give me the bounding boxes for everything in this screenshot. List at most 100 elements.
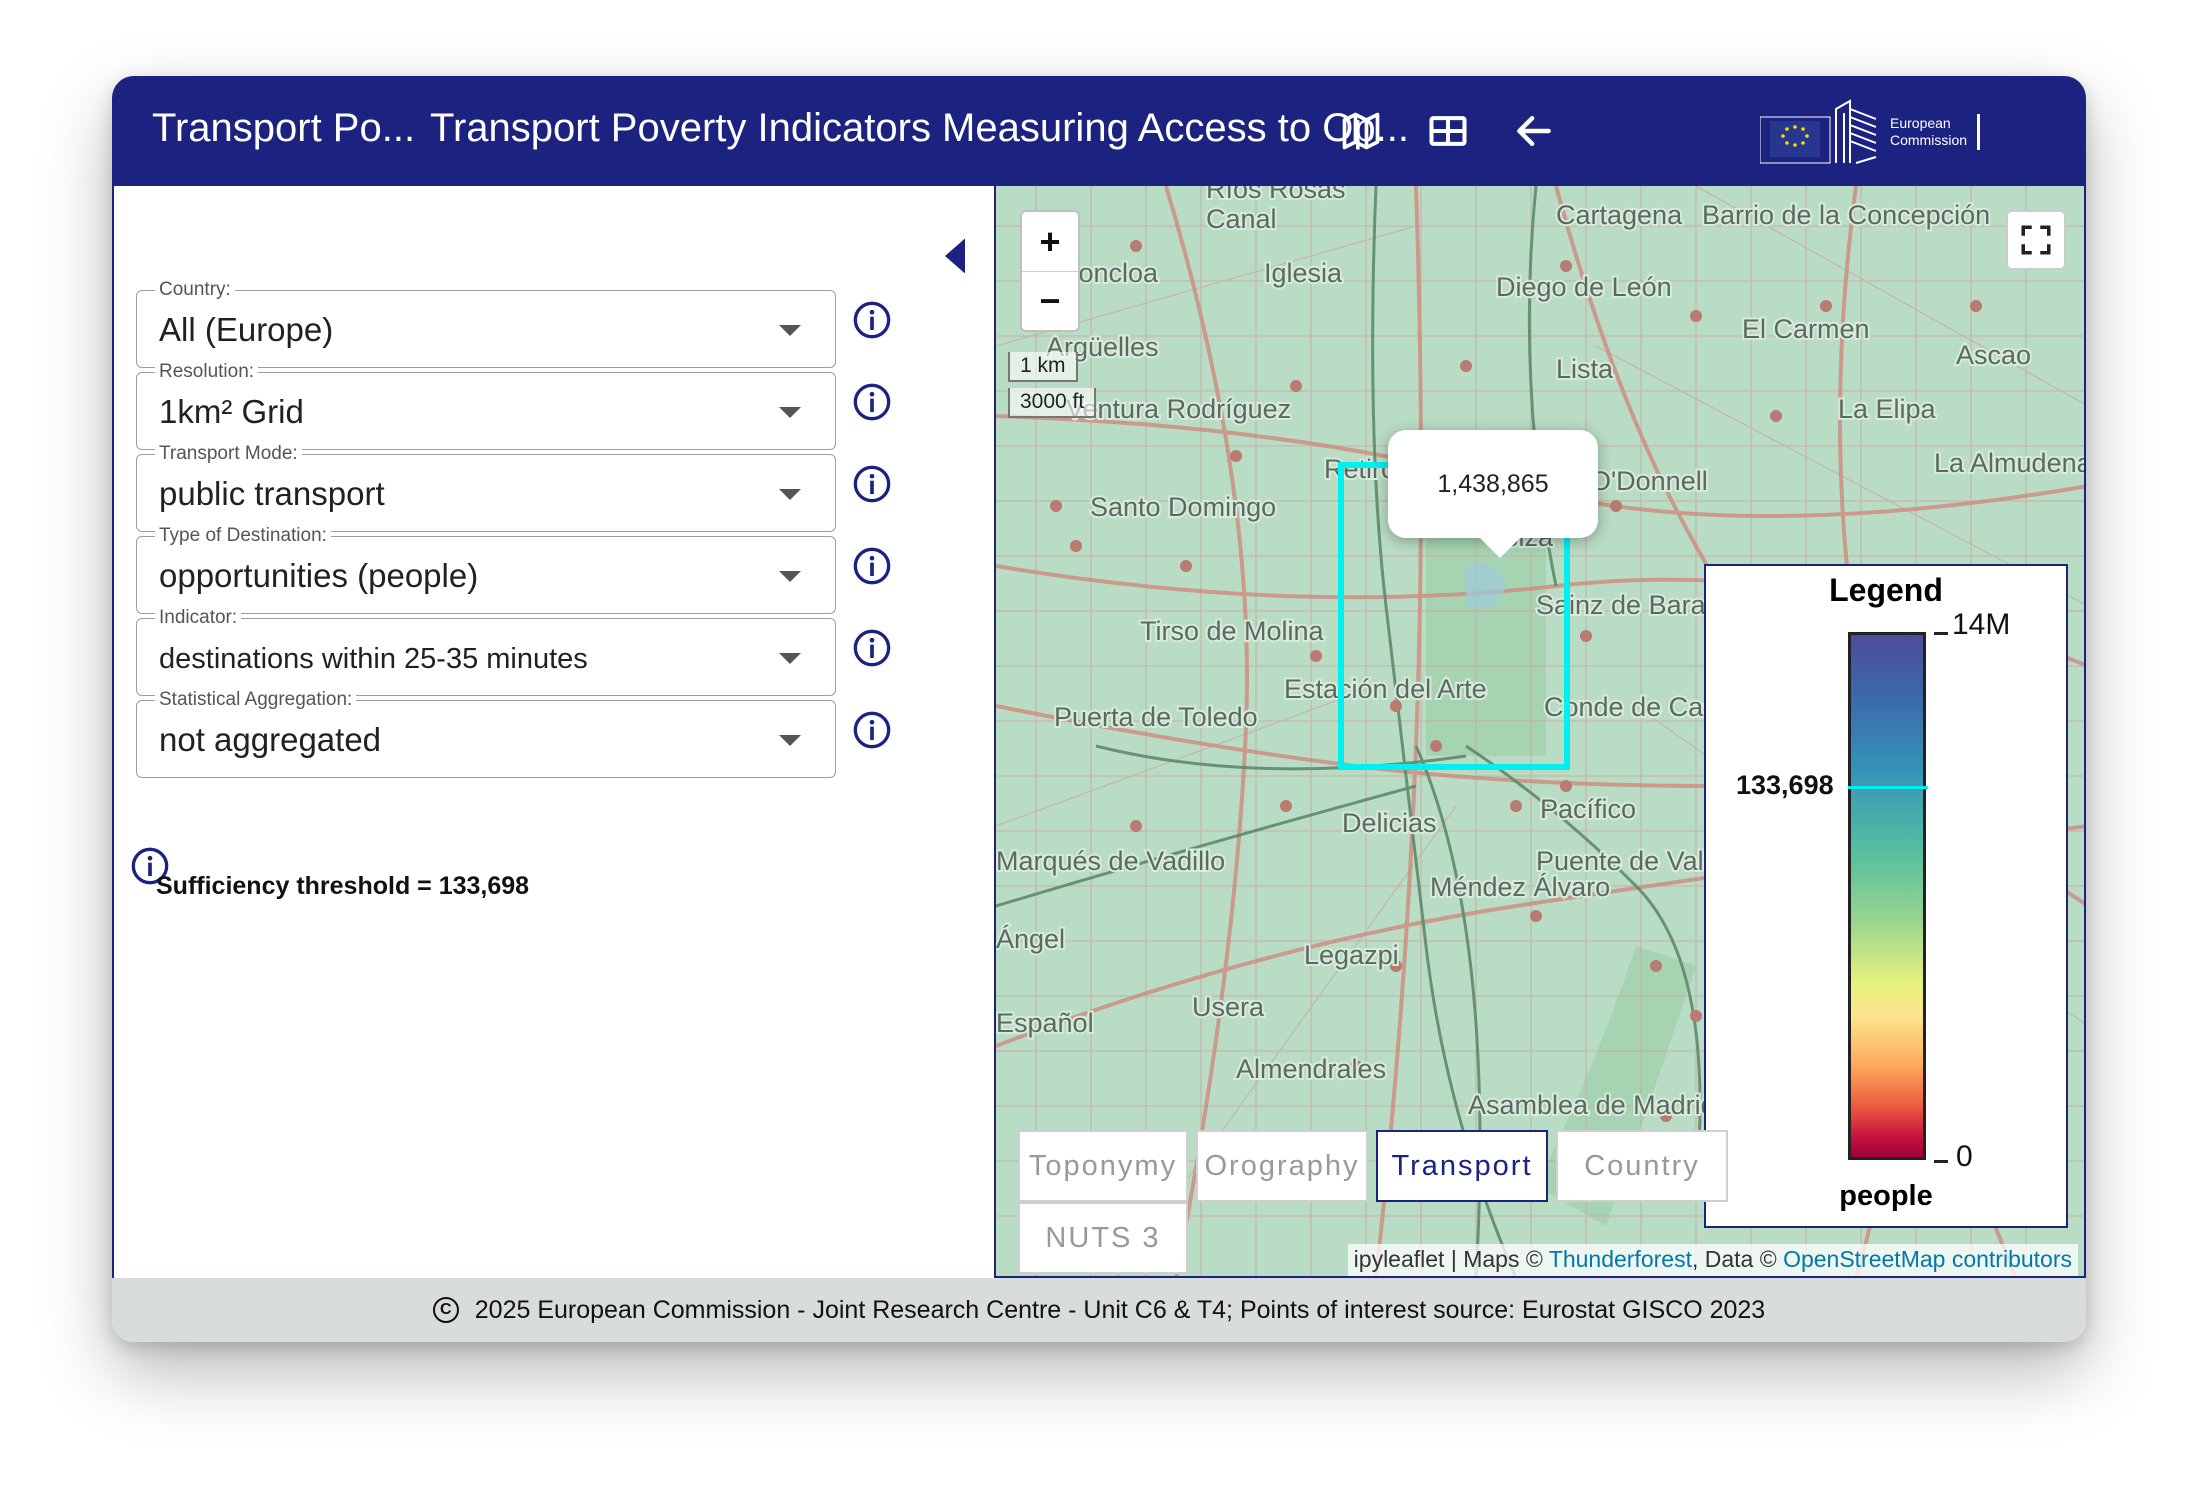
- layer-nuts3-button[interactable]: NUTS 3: [1018, 1202, 1188, 1274]
- page-footer: C 2025 European Commission - Joint Resea…: [112, 1278, 2086, 1342]
- logo-divider: [1977, 114, 1981, 150]
- aggregation-select[interactable]: Statistical Aggregation: not aggregated: [136, 689, 836, 778]
- map-label: Almendrales: [1236, 1054, 1386, 1084]
- filter-sidebar: Country: All (Europe) Resolution: 1km² G…: [112, 186, 994, 1278]
- layer-transport-button[interactable]: Transport: [1376, 1130, 1548, 1202]
- resolution-select[interactable]: Resolution: 1km² Grid: [136, 361, 836, 450]
- resolution-value: 1km² Grid: [159, 393, 304, 430]
- destination-type-select[interactable]: Type of Destination: opportunities (peop…: [136, 525, 836, 614]
- indicator-info-icon[interactable]: [852, 628, 892, 668]
- zoom-control: + −: [1020, 210, 1080, 332]
- legend-min: 0: [1956, 1140, 1973, 1173]
- map-label: La Elipa: [1838, 394, 1937, 424]
- map-label: Ríos Rosas: [1206, 186, 1346, 204]
- arrow-left-icon: [1517, 115, 1551, 147]
- transport-mode-value: public transport: [159, 475, 385, 512]
- chevron-down-icon: [779, 735, 801, 746]
- layer-orography-button[interactable]: Orography: [1196, 1130, 1368, 1202]
- sufficiency-threshold: Sufficiency threshold = 133,698: [156, 872, 530, 900]
- map-label: Barrio de la Concepción: [1702, 200, 1990, 230]
- transport-mode-label: Transport Mode:: [155, 443, 302, 465]
- map-label: Marqués de Vadillo: [996, 846, 1225, 876]
- chevron-down-icon: [779, 325, 801, 336]
- map-view-button[interactable]: [1332, 102, 1390, 160]
- popup-value: 1,438,865: [1437, 469, 1549, 498]
- country-select[interactable]: Country: All (Europe): [136, 279, 836, 368]
- fullscreen-button[interactable]: [2006, 210, 2066, 270]
- chevron-down-icon: [779, 571, 801, 582]
- country-value: All (Europe): [159, 311, 334, 348]
- layer-toponymy-button[interactable]: Toponymy: [1018, 1130, 1188, 1202]
- value-popup: 1,438,865: [1388, 430, 1598, 558]
- app-window: Transport Po... Transport Poverty Indica…: [112, 76, 2086, 1342]
- legend-title: Legend: [1829, 572, 1943, 608]
- copyright-icon: C: [432, 1297, 459, 1323]
- app-header: Transport Po... Transport Poverty Indica…: [112, 76, 2086, 186]
- legend-tick-max: [1934, 632, 1948, 635]
- legend-unit: people: [1839, 1180, 1933, 1212]
- map-label: Legazpi: [1304, 940, 1399, 970]
- map-label: O'Donnell: [1590, 466, 1708, 496]
- collapse-sidebar-icon[interactable]: [940, 236, 970, 276]
- map-label: Español: [996, 1008, 1094, 1038]
- legend-max: 14M: [1952, 608, 2011, 641]
- legend-tick-min: [1934, 1160, 1948, 1163]
- destination-type-value: opportunities (people): [159, 557, 479, 594]
- legend-threshold-line: [1848, 786, 1928, 789]
- aggregation-info-icon[interactable]: [852, 710, 892, 750]
- resolution-label: Resolution:: [155, 361, 259, 383]
- footer-text: 2025 European Commission - Joint Researc…: [474, 1295, 1766, 1324]
- table-icon: [1429, 116, 1467, 146]
- destination-type-info-icon[interactable]: [852, 546, 892, 586]
- map-label: Delicias: [1342, 808, 1437, 838]
- map-label: Lista: [1556, 354, 1614, 384]
- destination-type-label: Type of Destination:: [155, 525, 331, 547]
- map-label: Iglesia: [1264, 258, 1343, 288]
- aggregation-value: not aggregated: [159, 721, 382, 758]
- logo-text: European Commission: [1890, 115, 1968, 148]
- country-info-icon[interactable]: [852, 300, 892, 340]
- map-label: Santo Domingo: [1090, 492, 1276, 522]
- chevron-down-icon: [779, 489, 801, 500]
- map-label: Usera: [1192, 992, 1265, 1022]
- zoom-in-button[interactable]: +: [1022, 212, 1078, 271]
- indicator-select[interactable]: Indicator: destinations within 25-35 min…: [136, 607, 836, 696]
- indicator-value: destinations within 25-35 minutes: [159, 643, 588, 675]
- fullscreen-icon: [2021, 225, 2051, 255]
- map-label: Ventura Rodríguez: [1066, 394, 1291, 424]
- resolution-info-icon[interactable]: [852, 382, 892, 422]
- european-commission-logo: European Commission: [1760, 96, 1990, 168]
- zoom-out-button[interactable]: −: [1022, 271, 1078, 330]
- aggregation-label: Statistical Aggregation:: [155, 689, 357, 711]
- back-button[interactable]: [1505, 102, 1563, 160]
- eu-flag-icon: [1760, 99, 1877, 164]
- openstreetmap-link[interactable]: OpenStreetMap contributors: [1783, 1246, 2072, 1272]
- chevron-down-icon: [779, 407, 801, 418]
- map-label: Diego de León: [1496, 272, 1672, 302]
- scale-metric: 1 km: [1008, 352, 1078, 382]
- map-label: Cartagena: [1556, 200, 1683, 230]
- map-label: La Almudena: [1934, 448, 2086, 478]
- map-label: Asamblea de Madrid: [1468, 1090, 1716, 1120]
- indicator-label: Indicator:: [155, 607, 242, 629]
- map-label: El Carmen: [1742, 314, 1870, 344]
- map-legend: Legend 14M 0 133,698 people: [1704, 564, 2068, 1228]
- page-title: Transport Poverty Indicators Measuring A…: [430, 106, 1409, 150]
- table-view-button[interactable]: [1419, 102, 1477, 160]
- layer-country-button[interactable]: Country: [1556, 1130, 1728, 1202]
- map-label: Ascao: [1956, 340, 2031, 370]
- transport-mode-select[interactable]: Transport Mode: public transport: [136, 443, 836, 532]
- thunderforest-link[interactable]: Thunderforest: [1549, 1246, 1692, 1272]
- country-label: Country:: [155, 279, 235, 301]
- app-short-title: Transport Po...: [152, 106, 416, 150]
- chevron-down-icon: [779, 653, 801, 664]
- map-label: Tirso de Molina: [1140, 616, 1325, 646]
- map-label: Canal: [1206, 204, 1277, 234]
- legend-threshold-label: 133,698: [1736, 770, 1834, 800]
- legend-colorbar: [1848, 632, 1926, 1160]
- map-view[interactable]: Ríos Rosas Canal Iglesia Diego de León C…: [994, 186, 2086, 1278]
- map-attribution: ipyleaflet | Maps © Thunderforest, Data …: [1347, 1244, 2078, 1276]
- scale-imperial: 3000 ft: [1008, 388, 1097, 418]
- map-label: Ángel: [996, 924, 1065, 954]
- transport-mode-info-icon[interactable]: [852, 464, 892, 504]
